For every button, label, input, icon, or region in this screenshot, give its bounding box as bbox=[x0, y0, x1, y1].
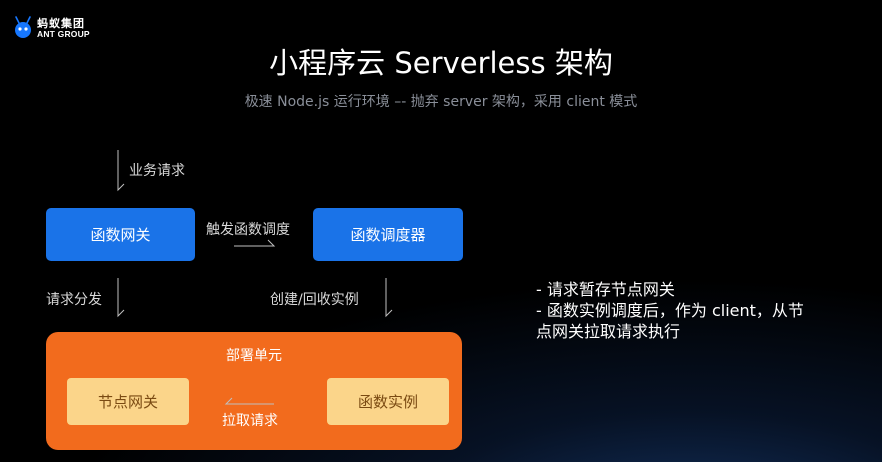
request-dispatch-label: 请求分发 bbox=[46, 292, 102, 308]
ant-icon bbox=[15, 16, 31, 38]
create-recycle-label: 创建/回收实例 bbox=[270, 292, 359, 308]
function-scheduler-box: 函数调度器 bbox=[313, 208, 463, 261]
slide-title: 小程序云 Serverless 架构 bbox=[269, 46, 613, 80]
note-line: - 请求暂存节点网关 bbox=[536, 280, 675, 299]
notes-list: - 请求暂存节点网关 - 函数实例调度后，作为 client，从节 点网关拉取请… bbox=[536, 279, 876, 342]
trigger-schedule-label: 触发函数调度 bbox=[206, 222, 290, 238]
deploy-unit-title: 部署单元 bbox=[226, 348, 282, 364]
node-gateway-box: 节点网关 bbox=[67, 378, 189, 425]
function-gateway-label: 函数网关 bbox=[90, 226, 151, 244]
function-scheduler-label: 函数调度器 bbox=[350, 226, 426, 244]
business-request-label: 业务请求 bbox=[129, 163, 185, 179]
note-line: 点网关拉取请求执行 bbox=[536, 322, 681, 341]
ant-group-logo: 蚂蚁集团 ANT GROUP bbox=[12, 13, 122, 43]
node-gateway-label: 节点网关 bbox=[97, 393, 158, 411]
note-line: - 函数实例调度后，作为 client，从节 bbox=[536, 301, 804, 320]
slide-subtitle: 极速 Node.js 运行环境 –- 抛弃 server 架构，采用 clien… bbox=[244, 94, 638, 110]
function-instance-box: 函数实例 bbox=[327, 378, 449, 425]
request-dispatch-arrow bbox=[117, 278, 125, 318]
function-instance-label: 函数实例 bbox=[357, 393, 418, 411]
function-gateway-box: 函数网关 bbox=[46, 208, 195, 261]
pull-request-label: 拉取请求 bbox=[222, 413, 278, 429]
business-request-arrow bbox=[117, 150, 125, 192]
create-recycle-arrow bbox=[385, 278, 393, 318]
logo-name-en: ANT GROUP bbox=[37, 29, 90, 39]
pull-request-arrow bbox=[224, 397, 274, 405]
trigger-schedule-arrow bbox=[234, 239, 276, 247]
